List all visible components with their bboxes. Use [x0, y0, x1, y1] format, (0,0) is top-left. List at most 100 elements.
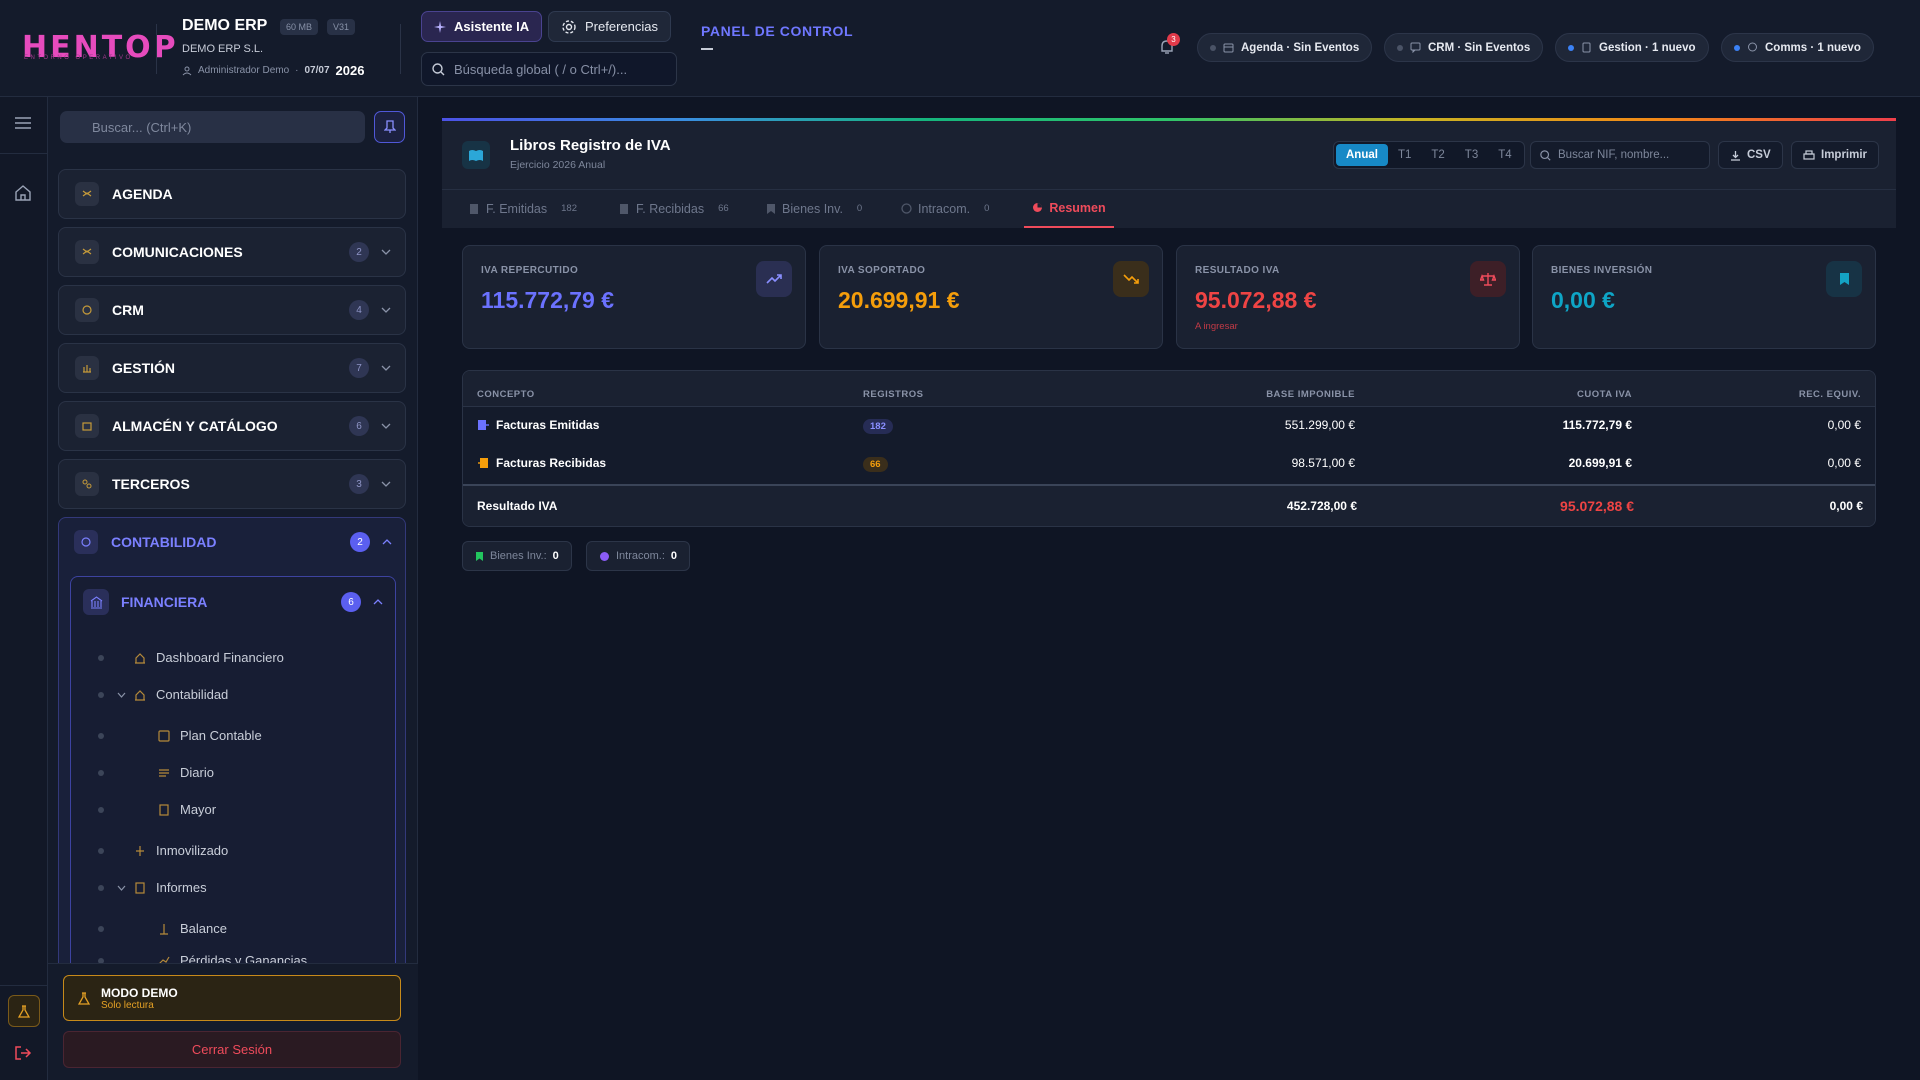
company-name: DEMO ERP S.L. — [182, 43, 264, 55]
crm-status-pill[interactable]: CRM · Sin Eventos — [1384, 33, 1544, 62]
logout-rail-button[interactable] — [14, 1045, 32, 1061]
menu-comunicaciones[interactable]: COMUNICACIONES 2 — [58, 227, 406, 277]
demo-mode-rail-button[interactable] — [8, 995, 40, 1027]
period-t4[interactable]: T4 — [1488, 144, 1521, 166]
menu-label: CONTABILIDAD — [111, 534, 217, 550]
nif-search-input[interactable]: Buscar NIF, nombre... — [1530, 141, 1710, 169]
logout-icon — [15, 1046, 32, 1060]
tab-resumen[interactable]: Resumen — [1024, 189, 1114, 228]
chevron-down-icon — [117, 692, 126, 698]
print-label: Imprimir — [1821, 149, 1868, 161]
kpi-title: IVA SOPORTADO — [838, 265, 926, 276]
total-base: 452.728,00 € — [1286, 499, 1357, 513]
tab-facturas-recibidas[interactable]: F. Recibidas 66 — [619, 189, 729, 228]
chip-value: 0 — [670, 550, 678, 562]
column-header: REGISTROS — [863, 389, 924, 400]
menu-agenda[interactable]: AGENDA — [58, 169, 406, 219]
period-t3[interactable]: T3 — [1455, 144, 1488, 166]
app-logo-subtitle: ENTORNO OPERATIVO — [24, 55, 133, 61]
search-icon — [1540, 149, 1551, 161]
row-records-badge: 182 — [863, 419, 893, 434]
submenu-financiera[interactable]: FINANCIERA 6 — [71, 577, 395, 627]
chevron-down-icon — [381, 423, 391, 429]
nav-item-plan-contable[interactable]: Plan Contable — [98, 728, 262, 743]
row-concept: Facturas Emitidas — [496, 418, 600, 432]
nav-item-mayor[interactable]: Mayor — [98, 802, 216, 817]
divider — [400, 24, 401, 74]
nav-item-balance[interactable]: Balance — [98, 921, 227, 936]
column-header: CONCEPTO — [477, 389, 535, 400]
kpi-title: BIENES INVERSIÓN — [1551, 265, 1653, 276]
menu-almacen[interactable]: ALMACÉN Y CATÁLOGO 6 — [58, 401, 406, 451]
nav-item-inmovilizado[interactable]: Inmovilizado — [98, 843, 228, 858]
globe-icon — [600, 551, 609, 561]
hamburger-icon — [15, 117, 31, 129]
nav-item-diario[interactable]: Diario — [98, 765, 214, 780]
row-records-badge: 66 — [863, 457, 888, 472]
row-base: 551.299,00 € — [1284, 418, 1355, 432]
status-dot — [1568, 44, 1574, 51]
home-button[interactable] — [14, 184, 32, 202]
period-t1[interactable]: T1 — [1388, 144, 1421, 166]
pill-label: Gestion · 1 nuevo — [1599, 41, 1696, 54]
demo-mode-banner: MODO DEMO Solo lectura — [63, 975, 401, 1021]
page-heading: Libros Registro de IVA — [510, 137, 671, 154]
bank-icon — [83, 589, 109, 615]
comms-status-pill[interactable]: Comms · 1 nuevo — [1721, 33, 1874, 62]
menu-terceros[interactable]: TERCEROS 3 — [58, 459, 406, 509]
demo-mode-subtitle: Solo lectura — [101, 999, 154, 1011]
version-badge: V31 — [327, 19, 356, 35]
logout-button[interactable]: Cerrar Sesión — [63, 1031, 401, 1068]
trending-down-icon — [1113, 261, 1149, 297]
preferences-button[interactable]: Preferencias — [548, 11, 671, 42]
nav-item-informes[interactable]: Informes — [98, 880, 207, 895]
document-icon — [1582, 42, 1591, 53]
print-button[interactable]: Imprimir — [1791, 141, 1880, 169]
tab-intracomunitarias[interactable]: Intracom. 0 — [901, 189, 989, 228]
search-icon — [432, 62, 445, 75]
agenda-status-pill[interactable]: Agenda · Sin Eventos — [1197, 33, 1373, 62]
bookmark-icon — [1826, 261, 1862, 297]
sidebar-search-input[interactable]: Buscar... (Ctrl+K) — [60, 111, 365, 143]
menu-label: CRM — [112, 302, 144, 318]
asset-icon — [136, 845, 144, 856]
ai-assistant-button[interactable]: Asistente IA — [421, 11, 543, 42]
nav-item-contabilidad[interactable]: Contabilidad — [98, 687, 228, 702]
period-anual[interactable]: Anual — [1336, 144, 1388, 166]
tab-facturas-emitidas[interactable]: F. Emitidas 182 — [469, 189, 577, 228]
row-cuota: 20.699,91 € — [1568, 456, 1632, 470]
ai-assistant-label: Asistente IA — [454, 19, 530, 34]
page-subheading: Ejercicio 2026 Anual — [510, 159, 606, 171]
message-icon — [1748, 42, 1757, 52]
menu-count-badge: 2 — [349, 242, 369, 262]
menu-toggle-button[interactable] — [14, 116, 32, 130]
menu-contabilidad[interactable]: CONTABILIDAD 2 — [58, 517, 406, 567]
csv-export-button[interactable]: CSV — [1718, 141, 1783, 169]
chevron-down-icon — [381, 481, 391, 487]
global-search-input[interactable]: Búsqueda global ( / o Ctrl+/)... — [421, 52, 677, 86]
menu-count-badge: 4 — [349, 300, 369, 320]
user-name: Administrador Demo — [198, 65, 290, 76]
chevron-down-icon — [381, 365, 391, 371]
nav-item-label: Contabilidad — [156, 687, 229, 702]
calendar-icon — [1223, 43, 1234, 53]
tab-bienes-inversion[interactable]: Bienes Inv. 0 — [766, 189, 862, 228]
chevron-up-icon — [373, 599, 383, 605]
demo-mode-title: MODO DEMO — [101, 985, 178, 1000]
intracomunitarias-chip: Intracom.: 0 — [586, 541, 691, 571]
trending-up-icon — [756, 261, 792, 297]
gear-icon — [562, 19, 576, 34]
menu-gestion[interactable]: GESTIÓN 7 — [58, 343, 406, 393]
ledger-icon — [135, 689, 145, 701]
printer-icon — [1803, 149, 1815, 160]
nav-item-dashboard-financiero[interactable]: Dashboard Financiero — [98, 650, 284, 665]
pin-button[interactable] — [374, 111, 405, 143]
menu-label: GESTIÓN — [112, 360, 176, 376]
menu-label: COMUNICACIONES — [112, 244, 243, 260]
gestion-status-pill[interactable]: Gestion · 1 nuevo — [1555, 33, 1709, 62]
separator-dot: · — [295, 65, 299, 76]
notification-count-badge: 3 — [1167, 33, 1180, 46]
menu-crm[interactable]: CRM 4 — [58, 285, 406, 335]
period-t2[interactable]: T2 — [1421, 144, 1454, 166]
nav-item-label: Inmovilizado — [156, 843, 229, 858]
